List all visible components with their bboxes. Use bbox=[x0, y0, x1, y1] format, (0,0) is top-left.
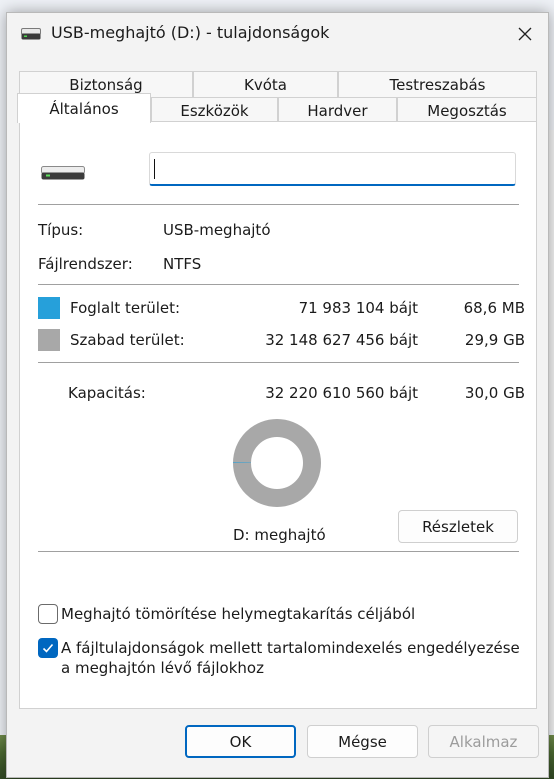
tab-label: Megosztás bbox=[427, 101, 507, 120]
drive-letter-label: D: meghajtó bbox=[233, 526, 326, 544]
separator bbox=[38, 204, 519, 205]
filesystem-label: Fájlrendszer: bbox=[38, 255, 133, 273]
usb-drive-icon bbox=[41, 166, 85, 180]
tab-kvota[interactable]: Kvóta bbox=[193, 71, 338, 97]
separator bbox=[38, 362, 519, 363]
donut-free-ring bbox=[233, 419, 321, 507]
checkmark-icon bbox=[42, 643, 54, 653]
ok-button[interactable]: OK bbox=[185, 725, 296, 758]
tab-hardver[interactable]: Hardver bbox=[278, 97, 397, 123]
indexing-label: A fájltulajdonságok mellett tartalominde… bbox=[61, 639, 520, 677]
type-label: Típus: bbox=[38, 221, 84, 239]
compress-label: Meghajtó tömörítése helymegtakarítás cél… bbox=[61, 605, 416, 623]
general-tab-panel: Típus: USB-meghajtó Fájlrendszer: NTFS F… bbox=[19, 121, 537, 709]
used-space-label: Foglalt terület: bbox=[70, 299, 181, 317]
cancel-button[interactable]: Mégse bbox=[307, 725, 418, 758]
free-space-swatch bbox=[38, 329, 60, 351]
used-space-size: 68,6 MB bbox=[463, 299, 525, 317]
properties-dialog: USB-meghajtó (D:) - tulajdonságok Bizton… bbox=[6, 12, 549, 778]
tab-testreszabas[interactable]: Testreszabás bbox=[338, 71, 537, 97]
type-value: USB-meghajtó bbox=[163, 221, 271, 239]
tab-label: Biztonság bbox=[69, 75, 143, 94]
capacity-label: Kapacitás: bbox=[68, 384, 146, 402]
free-space-label: Szabad terület: bbox=[70, 331, 185, 349]
tab-label: Hardver bbox=[307, 101, 368, 120]
apply-button[interactable]: Alkalmaz bbox=[428, 725, 539, 758]
close-icon bbox=[518, 27, 532, 41]
tab-altalanos[interactable]: Általános bbox=[17, 93, 151, 123]
separator bbox=[38, 551, 519, 552]
used-space-bytes: 71 983 104 bájt bbox=[298, 299, 418, 317]
text-caret bbox=[154, 159, 155, 179]
capacity-size: 30,0 GB bbox=[464, 384, 525, 402]
separator bbox=[38, 284, 519, 285]
volume-name-input[interactable] bbox=[149, 152, 516, 186]
title-bar: USB-meghajtó (D:) - tulajdonságok bbox=[7, 13, 548, 55]
tab-label: Kvóta bbox=[244, 75, 287, 94]
free-space-size: 29,9 GB bbox=[464, 331, 525, 349]
filesystem-value: NTFS bbox=[163, 255, 202, 273]
indexing-checkbox[interactable] bbox=[38, 638, 58, 658]
window-title: USB-meghajtó (D:) - tulajdonságok bbox=[51, 23, 330, 42]
close-button[interactable] bbox=[502, 13, 548, 55]
tab-megosztas[interactable]: Megosztás bbox=[397, 97, 537, 123]
details-button[interactable]: Részletek bbox=[398, 510, 518, 543]
free-space-bytes: 32 148 627 456 bájt bbox=[265, 331, 418, 349]
tab-label: Eszközök bbox=[180, 101, 249, 120]
disk-usage-donut bbox=[233, 419, 321, 507]
compress-checkbox[interactable] bbox=[38, 604, 58, 624]
used-space-swatch bbox=[38, 297, 60, 319]
capacity-bytes: 32 220 610 560 bájt bbox=[265, 384, 418, 402]
tab-eszkozok[interactable]: Eszközök bbox=[151, 97, 278, 123]
drive-icon bbox=[21, 28, 41, 40]
tab-label: Általános bbox=[49, 99, 119, 118]
tab-label: Testreszabás bbox=[389, 75, 486, 94]
